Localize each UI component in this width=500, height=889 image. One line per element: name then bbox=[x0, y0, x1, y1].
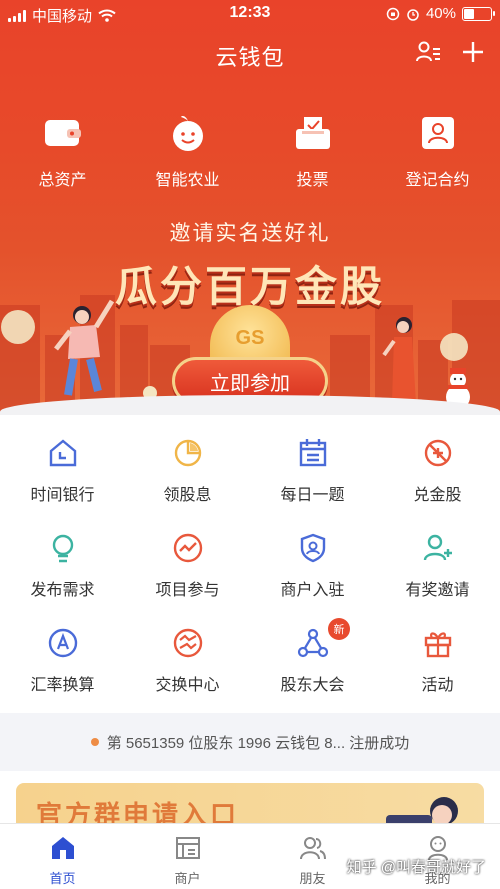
promo-banner[interactable]: 邀请实名送好礼 瓜分百万金股 GS 立即参加 bbox=[0, 205, 500, 415]
tab-home[interactable]: 首页 bbox=[0, 824, 125, 889]
grid-row: 时间银行 领股息 每日一题 兑金股 bbox=[0, 420, 500, 515]
grid-label: 股东大会 bbox=[280, 677, 345, 694]
trend-icon bbox=[171, 531, 205, 565]
friends-icon bbox=[299, 834, 327, 862]
plus-icon[interactable] bbox=[462, 41, 484, 63]
grid-item-exchange-center[interactable]: 交换中心 bbox=[125, 610, 250, 705]
grid-item-exchange-rate[interactable]: 汇率换算 bbox=[0, 610, 125, 705]
grid-item-redeem-shares[interactable]: 兑金股 bbox=[375, 420, 500, 515]
house-icon bbox=[46, 436, 80, 470]
pie-chart-icon bbox=[171, 436, 205, 470]
grid-row: 汇率换算 交换中心 新 股东大会 活动 bbox=[0, 610, 500, 705]
quick-label: 总资产 bbox=[38, 172, 87, 189]
store-icon bbox=[174, 834, 202, 862]
grid-item-activities[interactable]: 活动 bbox=[375, 610, 500, 705]
registration-notice[interactable]: 第 5651359 位股东 1996 云钱包 8... 注册成功 bbox=[0, 713, 500, 771]
new-badge: 新 bbox=[328, 618, 350, 640]
banner-subtitle: 邀请实名送好礼 bbox=[169, 222, 331, 245]
tab-label: 商户 bbox=[174, 871, 201, 886]
quick-total-assets[interactable]: 总资产 bbox=[0, 112, 125, 190]
home-icon bbox=[49, 834, 77, 862]
rotation-lock-icon bbox=[386, 7, 400, 20]
contacts-list-icon[interactable] bbox=[416, 40, 442, 64]
lightbulb-icon bbox=[46, 531, 80, 565]
quick-register-contract[interactable]: 登记合约 bbox=[375, 112, 500, 190]
grid-label: 发布需求 bbox=[30, 582, 95, 599]
swap-icon bbox=[171, 626, 205, 660]
grid-label: 项目参与 bbox=[155, 582, 220, 599]
grid-label: 每日一题 bbox=[280, 487, 345, 504]
battery-icon bbox=[462, 6, 495, 21]
calendar-icon bbox=[296, 436, 330, 470]
coupon-icon bbox=[421, 436, 455, 470]
tab-label: 朋友 bbox=[299, 871, 326, 886]
grid-label: 领股息 bbox=[163, 487, 212, 504]
grid-item-reward-invite[interactable]: 有奖邀请 bbox=[375, 515, 500, 610]
grid-item-time-bank[interactable]: 时间银行 bbox=[0, 420, 125, 515]
quick-label: 投票 bbox=[296, 172, 329, 189]
watermark-text: 知乎 @叫春哥就好了 bbox=[346, 859, 486, 876]
grid-label: 汇率换算 bbox=[30, 677, 95, 694]
grid-item-dividends[interactable]: 领股息 bbox=[125, 420, 250, 515]
ballot-box-icon bbox=[292, 112, 334, 154]
nav-bar: 云钱包 bbox=[0, 32, 500, 76]
grid-item-project-participation[interactable]: 项目参与 bbox=[125, 515, 250, 610]
quick-label: 登记合约 bbox=[405, 172, 470, 189]
status-right: 40% bbox=[386, 5, 495, 22]
grid-row: 发布需求 项目参与 商户入驻 有奖邀请 bbox=[0, 515, 500, 610]
notice-text: 第 5651359 位股东 1996 云钱包 8... 注册成功 bbox=[106, 734, 410, 752]
tab-label: 首页 bbox=[49, 871, 76, 886]
network-icon bbox=[296, 626, 330, 660]
grid-label: 有奖邀请 bbox=[405, 582, 470, 599]
coin-label: GS bbox=[235, 327, 265, 349]
tab-merchant[interactable]: 商户 bbox=[125, 824, 250, 889]
quick-label: 智能农业 bbox=[155, 172, 220, 189]
shield-user-icon bbox=[296, 531, 330, 565]
status-bar: 中国移动 12:33 40% bbox=[0, 0, 500, 28]
add-user-icon bbox=[421, 531, 455, 565]
grid-label: 兑金股 bbox=[413, 487, 462, 504]
quick-actions: 总资产 智能农业 投票 登记合约 bbox=[0, 112, 500, 190]
grid-label: 活动 bbox=[421, 677, 454, 694]
exchange-a-icon bbox=[46, 626, 80, 660]
feature-grid: 时间银行 领股息 每日一题 兑金股 发布需求 项目参与 商户入驻 有奖邀请 汇率… bbox=[0, 420, 500, 710]
hero-section: 中国移动 12:33 40% 云钱包 总资产 智能农业 投票 登记合约 邀请实名… bbox=[0, 0, 500, 415]
grid-label: 交换中心 bbox=[155, 677, 220, 694]
quick-vote[interactable]: 投票 bbox=[250, 112, 375, 190]
grid-item-shareholder-meeting[interactable]: 新 股东大会 bbox=[250, 610, 375, 705]
contract-icon bbox=[417, 112, 459, 154]
grid-label: 商户入驻 bbox=[280, 582, 345, 599]
orange-mascot-icon bbox=[167, 112, 209, 154]
grid-item-merchant-onboarding[interactable]: 商户入驻 bbox=[250, 515, 375, 610]
nav-actions bbox=[416, 40, 484, 64]
grid-label: 时间银行 bbox=[30, 487, 95, 504]
quick-smart-agriculture[interactable]: 智能农业 bbox=[125, 112, 250, 190]
grid-item-daily-question[interactable]: 每日一题 bbox=[250, 420, 375, 515]
wallet-icon bbox=[42, 112, 84, 154]
battery-percent: 40% bbox=[425, 5, 456, 22]
gift-icon bbox=[421, 626, 455, 660]
alarm-icon bbox=[407, 8, 419, 21]
grid-item-post-request[interactable]: 发布需求 bbox=[0, 515, 125, 610]
notice-dot bbox=[90, 738, 99, 746]
